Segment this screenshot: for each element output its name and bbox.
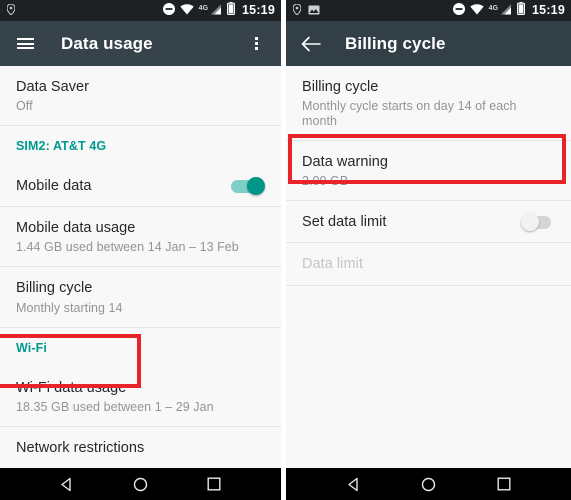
list-item-subtitle: Monthly cycle starts on day 14 of each m… <box>302 99 517 129</box>
list-item-title: Set data limit <box>302 214 387 231</box>
nav-recents-icon[interactable] <box>199 469 229 499</box>
list-item-subtitle: 1.44 GB used between 14 Jan – 13 Feb <box>16 240 239 255</box>
nav-back-icon[interactable] <box>339 469 369 499</box>
left-phone-screen: 4G 15:19 Data usage Data Saver Off SIM2:… <box>0 0 281 500</box>
status-bar-system-icons: 4G 15:19 <box>452 1 565 20</box>
list-divider <box>286 284 571 286</box>
location-pin-icon <box>292 2 302 20</box>
nav-home-icon[interactable] <box>125 469 155 499</box>
network-type-label: 4G <box>198 4 209 12</box>
hamburger-bar-1 <box>16 38 34 40</box>
status-bar-notifications <box>292 2 320 20</box>
nav-back-icon[interactable] <box>52 469 82 499</box>
network-type-label: 4G <box>488 4 499 12</box>
list-item-subtitle: 2.00 GB <box>302 174 349 189</box>
wifi-icon <box>469 2 484 20</box>
list-item-data-limit: Data limit <box>286 243 571 285</box>
list-item-mobile-data[interactable]: Mobile data <box>0 165 281 207</box>
navigation-bar <box>0 468 281 500</box>
overflow-dot-2 <box>254 42 258 45</box>
status-bar: 4G 15:19 <box>0 0 281 21</box>
mobile-signal-icon <box>210 2 222 20</box>
list-item-set-data-limit[interactable]: Set data limit <box>286 201 571 243</box>
list-item-network-restrictions[interactable]: Network restrictions <box>0 426 281 468</box>
nav-home-icon[interactable] <box>414 469 444 499</box>
nav-recents-icon[interactable] <box>489 469 519 499</box>
status-bar-notifications <box>6 2 16 20</box>
status-bar: 4G 15:19 <box>286 0 571 21</box>
mobile-data-toggle[interactable] <box>231 177 265 196</box>
mobile-signal-icon <box>500 2 512 20</box>
list-item-title: Billing cycle <box>16 280 93 297</box>
hamburger-bar-3 <box>16 47 34 49</box>
dual-screenshot-comparison: 4G 15:19 Data usage Data Saver Off SIM2:… <box>0 0 571 500</box>
more-options-icon[interactable] <box>244 32 268 56</box>
page-title: Data usage <box>61 33 153 53</box>
section-header-wifi: Wi-Fi <box>16 340 47 355</box>
overflow-dot-3 <box>254 47 258 50</box>
list-item-billing-cycle[interactable]: Billing cycle Monthly cycle starts on da… <box>286 66 571 141</box>
status-bar-system-icons: 4G 15:19 <box>162 1 275 20</box>
settings-list: Billing cycle Monthly cycle starts on da… <box>286 66 571 468</box>
list-item-title: Network restrictions <box>16 439 145 456</box>
set-data-limit-toggle[interactable] <box>521 213 555 232</box>
list-item-billing-cycle[interactable]: Billing cycle Monthly starting 14 <box>0 267 281 327</box>
list-item-title: Data Saver <box>16 79 90 95</box>
status-bar-clock: 15:19 <box>532 3 565 18</box>
battery-icon <box>517 1 525 20</box>
list-item-wifi-data-usage[interactable]: Wi-Fi data usage 18.35 GB used between 1… <box>0 366 281 426</box>
list-item-title: Data limit <box>302 256 363 273</box>
overflow-dot-1 <box>254 37 258 40</box>
do-not-disturb-icon <box>162 2 175 20</box>
do-not-disturb-icon <box>452 2 465 20</box>
list-item-subtitle: Monthly starting 14 <box>16 300 123 315</box>
list-item-title: Mobile data usage <box>16 220 136 237</box>
back-arrow-icon[interactable] <box>299 32 323 56</box>
toggle-thumb <box>247 177 265 196</box>
hamburger-menu-icon[interactable] <box>13 32 37 56</box>
settings-list: Data Saver Off SIM2: AT&T 4G Mobile data… <box>0 66 281 468</box>
list-item-subtitle: Off <box>16 99 33 114</box>
list-item-title: Data warning <box>302 154 389 171</box>
page-title: Billing cycle <box>345 33 446 53</box>
list-item-data-saver[interactable]: Data Saver Off <box>0 66 281 126</box>
list-item-title: Wi-Fi data usage <box>16 379 127 396</box>
status-bar-clock: 15:19 <box>242 3 275 18</box>
list-item-subtitle: 18.35 GB used between 1 – 29 Jan <box>16 399 214 414</box>
section-header-sim2: SIM2: AT&T 4G <box>16 139 107 154</box>
right-phone-screen: 4G 15:19 Billing cycle Billing cycle Mon… <box>286 0 571 500</box>
hamburger-bar-2 <box>16 42 34 45</box>
wifi-icon <box>179 2 194 20</box>
screenshot-image-icon <box>308 2 320 20</box>
list-item-title: Billing cycle <box>302 79 379 95</box>
app-toolbar: Billing cycle <box>286 21 571 66</box>
navigation-bar <box>286 468 571 500</box>
location-pin-icon <box>6 2 16 20</box>
list-item-title: Mobile data <box>16 178 92 195</box>
app-toolbar: Data usage <box>0 21 281 66</box>
list-item-mobile-data-usage[interactable]: Mobile data usage 1.44 GB used between 1… <box>0 207 281 267</box>
battery-icon <box>227 1 235 20</box>
list-item-data-warning[interactable]: Data warning 2.00 GB <box>286 141 571 201</box>
